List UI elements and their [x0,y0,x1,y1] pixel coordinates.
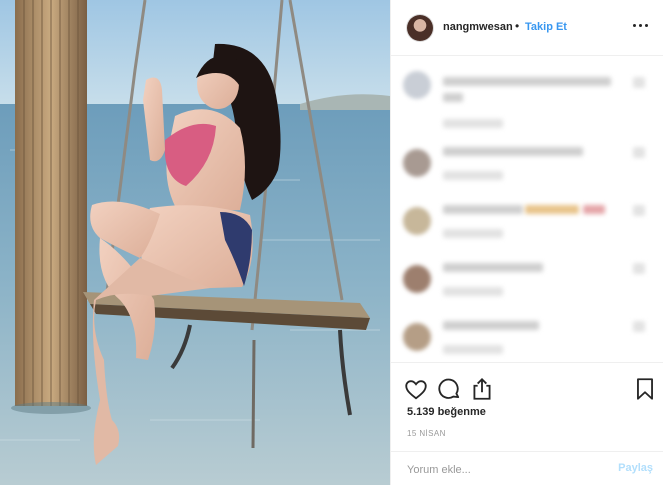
comment-item [391,199,663,255]
beach-swing-photo [0,0,390,485]
commenter-avatar [403,323,431,351]
comment-like-icon[interactable] [633,147,645,158]
username-link[interactable]: nangmwesan [443,21,513,33]
post-comment-button[interactable]: Paylaş [618,462,653,474]
like-count[interactable]: 5.139 beğenme [407,406,486,418]
comment-emoji-blurred [583,205,605,214]
comment-emoji-blurred [525,205,579,214]
post-date[interactable]: 15 NİSAN [407,429,446,438]
comment-meta-blurred [443,119,503,128]
follow-button[interactable]: Takip Et [525,21,567,33]
comment-text-blurred [443,77,611,86]
comment-like-icon[interactable] [633,263,645,274]
comment-text-blurred [443,263,543,272]
comment-input[interactable] [405,460,589,480]
comment-meta-blurred [443,345,503,354]
comment-text-blurred [443,93,463,102]
comment-text-blurred [443,321,539,330]
comment-item [391,257,663,313]
post-photo[interactable] [0,0,390,485]
comment-like-icon[interactable] [633,205,645,216]
comment-meta-blurred [443,229,503,238]
post-header: nangmwesan • Takip Et [391,0,663,56]
commenter-avatar [403,265,431,293]
comments-list [391,57,663,362]
comment-like-icon[interactable] [633,77,645,88]
avatar[interactable] [407,15,433,41]
commenter-avatar [403,71,431,99]
comment-like-icon[interactable] [633,321,645,332]
comment-item [391,141,663,197]
add-comment-bar: Paylaş [391,451,663,485]
bookmark-icon[interactable] [632,376,658,402]
commenter-avatar [403,149,431,177]
comment-meta-blurred [443,287,503,296]
share-icon[interactable] [469,376,495,402]
commenter-avatar [403,207,431,235]
post-side-panel: nangmwesan • Takip Et 5.139 beğenme 15 N… [390,0,663,485]
comment-icon[interactable] [436,376,462,402]
comment-text-blurred [443,205,523,214]
comment-text-blurred [443,147,583,156]
comment-item [391,63,663,128]
separator-dot: • [515,19,520,33]
comment-meta-blurred [443,171,503,180]
heart-icon[interactable] [403,376,429,402]
more-options-icon[interactable] [631,15,651,35]
